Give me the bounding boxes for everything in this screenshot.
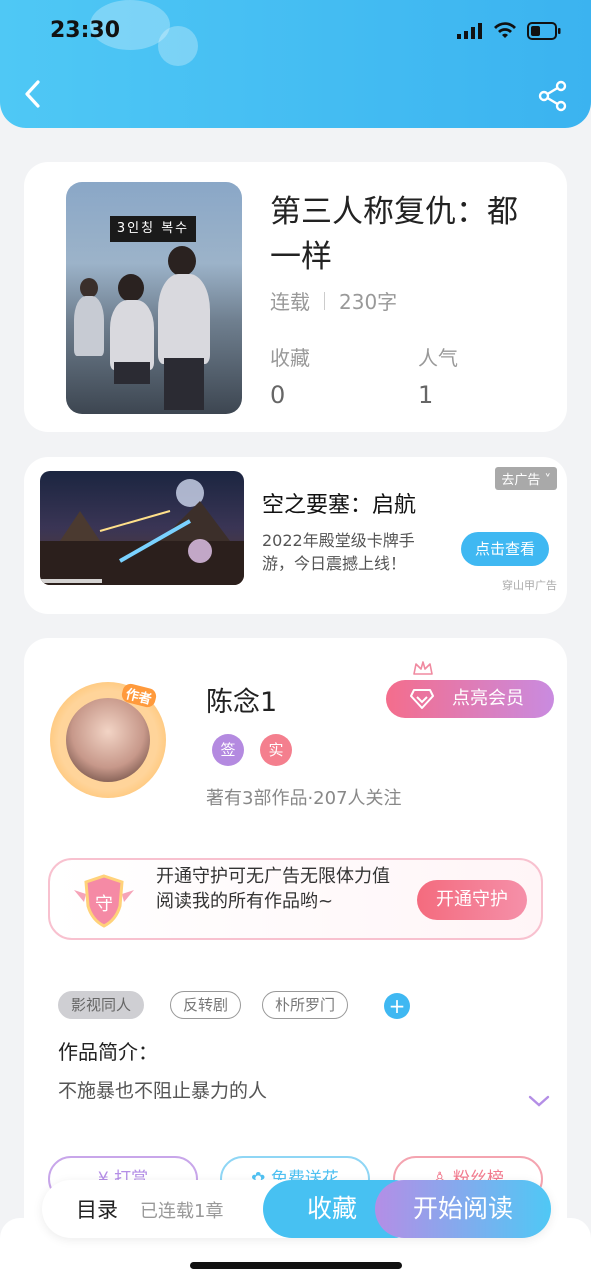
divider <box>324 291 325 310</box>
ad-description: 2022年殿堂级卡牌手游，今日震撼上线！ <box>262 531 415 573</box>
favorites-value: 0 <box>270 381 286 409</box>
popularity-label: 人气 <box>418 346 458 370</box>
chevron-down-icon: ˅ <box>544 473 552 488</box>
avatar <box>66 698 150 782</box>
back-button[interactable] <box>18 78 50 110</box>
popularity-value: 1 <box>418 381 434 409</box>
ad-title: 空之要塞：启航 <box>262 493 417 518</box>
intro-text: 不施暴也不阻止暴力的人 <box>58 1080 268 1102</box>
header: 23:30 <box>0 0 591 128</box>
status-icons <box>457 22 561 40</box>
intro-heading: 作品简介： <box>58 1040 158 1064</box>
guard-banner[interactable]: 守 开通守护可无广告无限体力值阅读我的所有作品哟~ 开通守护 <box>48 858 543 940</box>
popularity-stat: 人气 1 <box>418 342 458 409</box>
status-time: 23:30 <box>50 18 121 43</box>
add-tag-button[interactable]: + <box>384 993 410 1019</box>
home-indicator <box>190 1262 402 1269</box>
signal-icon <box>457 23 482 39</box>
favorites-stat: 收藏 0 <box>270 342 310 409</box>
open-guard-button[interactable]: 开通守护 <box>417 880 527 920</box>
chapter-status: 已连载1章 <box>140 1201 224 1222</box>
book-meta: 连载 230字 <box>270 286 397 315</box>
book-cover[interactable]: 3인칭 복수 <box>66 182 242 414</box>
ad-game-art <box>40 479 244 585</box>
chevron-down-icon[interactable] <box>528 1094 550 1108</box>
tag-item[interactable]: 朴所罗门 <box>262 991 349 1019</box>
cover-title: 3인칭 복수 <box>110 216 196 242</box>
author-name: 陈念1 <box>206 687 278 718</box>
book-title: 第三人称复仇：都一样 <box>270 194 518 275</box>
share-icon[interactable] <box>537 80 569 112</box>
author-works-info: 著有3部作品·207人关注 <box>206 788 402 809</box>
book-status: 连载 <box>270 290 310 314</box>
activate-vip-button[interactable]: 点亮会员 <box>386 680 554 718</box>
remove-ad-button[interactable]: 去广告 ˅ <box>495 467 557 490</box>
ad-image[interactable] <box>40 471 244 585</box>
remove-ad-label: 去广告 <box>501 473 541 488</box>
guard-text: 开通守护可无广告无限体力值阅读我的所有作品哟~ <box>156 866 390 912</box>
favorites-label: 收藏 <box>270 346 310 370</box>
bottom-action-bar: 目录 已连载1章 收藏 开始阅读 <box>42 1180 551 1238</box>
guard-icon-text: 守 <box>95 894 113 915</box>
vip-label: 点亮会员 <box>452 688 524 709</box>
ad-card[interactable]: 空之要塞：启航 2022年殿堂级卡牌手游，今日震撼上线！ 去广告 ˅ 点击查看 … <box>24 457 567 614</box>
start-reading-button[interactable]: 开始阅读 <box>375 1180 551 1238</box>
shield-icon: 守 <box>74 874 134 928</box>
verified-badge: 实 <box>260 734 292 766</box>
toc-button[interactable]: 目录 <box>76 1194 118 1224</box>
word-count: 230字 <box>339 290 398 314</box>
battery-icon <box>527 22 561 40</box>
ad-source: 穿山甲广告 <box>502 579 557 592</box>
ad-view-button[interactable]: 点击查看 <box>461 532 549 566</box>
author-avatar-frame[interactable]: 作者 <box>50 682 166 798</box>
wifi-icon <box>494 22 516 38</box>
decor-bubble <box>158 26 198 66</box>
tag-item[interactable]: 反转剧 <box>170 991 242 1019</box>
tag-item[interactable]: 影视同人 <box>58 991 145 1019</box>
crown-icon <box>413 661 433 675</box>
diamond-icon <box>410 689 434 709</box>
book-info-card: 3인칭 복수 第三人称复仇：都一样 连载 230字 收藏 0 人气 1 <box>24 162 567 432</box>
signed-badge: 签 <box>212 734 244 766</box>
